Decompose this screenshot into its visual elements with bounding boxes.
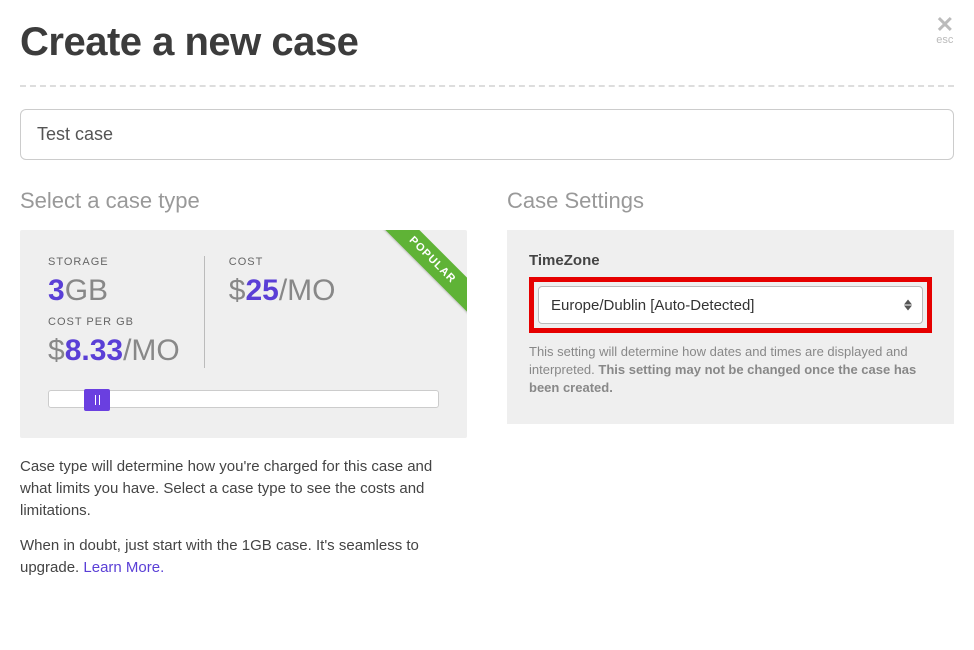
page-title: Create a new case — [20, 20, 358, 65]
storage-label: STORAGE — [48, 256, 180, 268]
case-name-input[interactable] — [20, 109, 954, 160]
metrics-row: STORAGE 3GB COST PER GB $8.33/MO COST $2… — [48, 256, 439, 368]
case-settings-heading: Case Settings — [507, 188, 954, 214]
timezone-value: Europe/Dublin [Auto-Detected] — [551, 297, 754, 314]
case-type-heading: Select a case type — [20, 188, 467, 214]
case-type-panel: POPULAR STORAGE 3GB COST PER GB $8.33/MO… — [20, 230, 467, 438]
storage-value: 3GB — [48, 274, 180, 308]
close-icon: ✕ — [936, 14, 954, 36]
modal-header: Create a new case ✕ esc — [20, 20, 954, 87]
case-settings-section: Case Settings TimeZone Europe/Dublin [Au… — [507, 188, 954, 579]
costpergb-label: COST PER GB — [48, 316, 180, 328]
case-type-help-2: When in doubt, just start with the 1GB c… — [20, 535, 467, 579]
timezone-highlight: Europe/Dublin [Auto-Detected] — [529, 277, 932, 333]
case-type-section: Select a case type POPULAR STORAGE 3GB C… — [20, 188, 467, 579]
select-arrows-icon — [904, 300, 912, 311]
cost-value: $25/MO — [229, 274, 336, 308]
cost-label: COST — [229, 256, 336, 268]
slider-thumb[interactable] — [84, 389, 110, 411]
costpergb-value: $8.33/MO — [48, 334, 180, 368]
cost-metric: COST $25/MO — [204, 256, 360, 368]
case-type-help-1: Case type will determine how you're char… — [20, 456, 467, 521]
timezone-select[interactable]: Europe/Dublin [Auto-Detected] — [538, 286, 923, 324]
settings-panel: TimeZone Europe/Dublin [Auto-Detected] T… — [507, 230, 954, 424]
learn-more-link[interactable]: Learn More. — [83, 559, 164, 576]
storage-slider[interactable] — [48, 390, 439, 408]
close-button[interactable]: ✕ esc — [936, 14, 954, 46]
storage-metric: STORAGE 3GB COST PER GB $8.33/MO — [48, 256, 204, 368]
timezone-help: This setting will determine how dates an… — [529, 343, 932, 398]
close-label: esc — [936, 34, 954, 46]
timezone-label: TimeZone — [529, 252, 932, 269]
